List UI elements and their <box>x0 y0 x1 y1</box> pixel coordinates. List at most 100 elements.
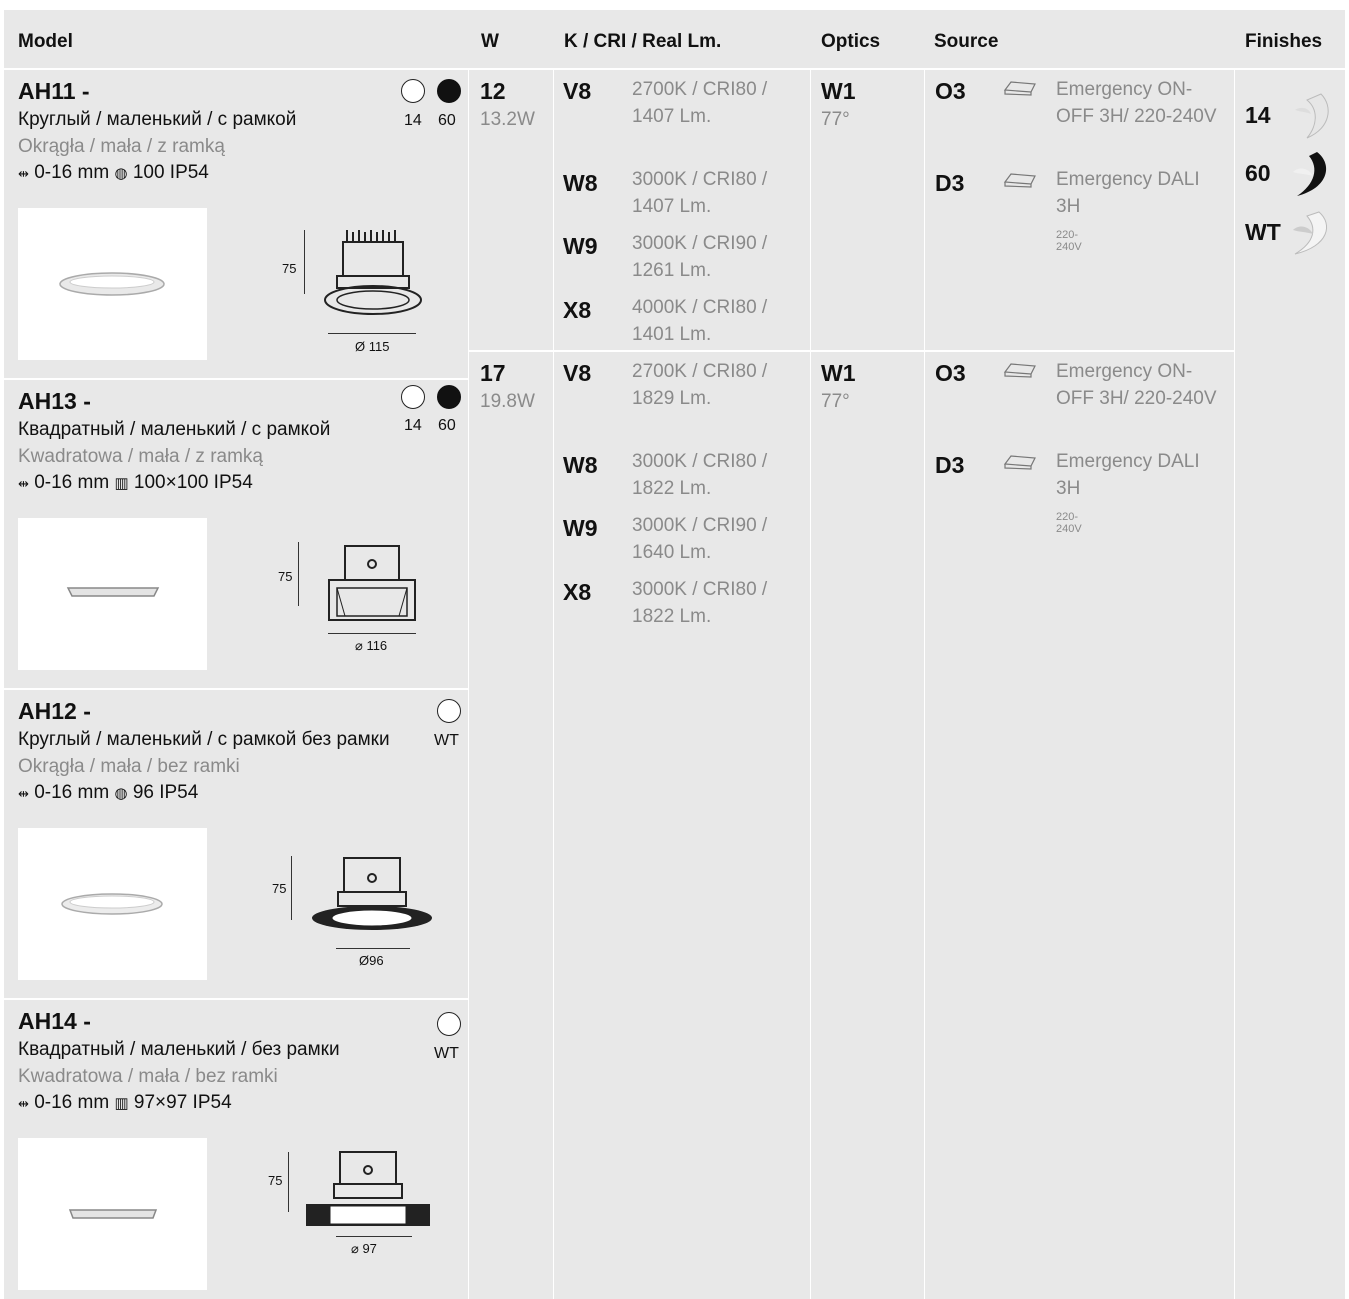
optics-angle: 77° <box>821 109 850 130</box>
variant-text: 4000K / CRI80 / 1401 Lm. <box>632 297 768 345</box>
mount-depth: 0-16 mm <box>34 162 110 183</box>
dimension-height: 75 <box>282 261 297 276</box>
dimension-height: 75 <box>278 569 293 584</box>
source-code: O3 <box>935 360 966 386</box>
square-cutout-icon: ▥ <box>114 475 129 492</box>
model-title: AH14 - <box>18 1008 91 1034</box>
finish-label: 14 <box>1245 102 1271 128</box>
model-name-ru: Круглый / маленький / с рамкой без рамки <box>18 729 390 750</box>
model-spec: ⇹ 0-16 mm ▥ 100×100 IP54 <box>18 472 253 494</box>
column-divider <box>810 70 811 1299</box>
source-note: 220-240V <box>1056 511 1082 535</box>
dimension-line <box>336 1236 412 1237</box>
driver-icon <box>1003 81 1036 96</box>
header-optics: Optics <box>821 31 881 52</box>
dimension-width: Ø 115 <box>355 339 390 354</box>
round-cutout-icon: ◍ <box>114 785 128 802</box>
source-text: Emergency DALI 3H <box>1056 451 1200 499</box>
finish-swatch-icon <box>1295 93 1329 139</box>
model-spec: ⇹ 0-16 mm ◍ 100 IP54 <box>18 162 209 184</box>
optics-code: W1 <box>821 360 856 386</box>
model-ah12: AH12 - Круглый / маленький / с рамкой бе… <box>18 698 463 994</box>
variant-code: W9 <box>563 233 598 259</box>
model-name-pl: Kwadratowa / mała / bez ramki <box>18 1066 278 1087</box>
variant-text: 3000K / CRI80 / 1822 Lm. <box>632 451 768 499</box>
finish-dot-black <box>437 79 461 103</box>
variant-code: W8 <box>563 452 598 478</box>
cutout-spec: 97×97 IP54 <box>133 1092 232 1113</box>
source-text: Emergency DALI 3H <box>1056 169 1200 217</box>
source-code: D3 <box>935 170 965 196</box>
dimension-line <box>304 230 305 294</box>
finish-code: 60 <box>438 417 456 434</box>
round-framed-lamp-drawing <box>324 230 422 315</box>
finish-code: 14 <box>404 112 422 129</box>
finishes-list: 14 60 WT <box>1245 92 1340 262</box>
row-divider <box>4 998 468 1000</box>
source-code: O3 <box>935 78 966 104</box>
product-photo <box>18 518 207 670</box>
model-ah11: AH11 - Круглый / маленький / с рамкой Ok… <box>18 78 463 374</box>
driver-icon <box>1003 455 1036 470</box>
finish-label: WT <box>1245 219 1281 245</box>
finish-label: 60 <box>1245 160 1271 186</box>
mount-depth: 0-16 mm <box>34 472 110 493</box>
driver-icon <box>1003 173 1036 188</box>
mount-depth-icon: ⇹ <box>18 786 29 801</box>
power-real: 19.8W <box>480 391 535 412</box>
header-w: W <box>481 31 499 52</box>
finish-dot-white <box>401 79 425 103</box>
product-photo <box>18 828 207 980</box>
round-frameless-lamp-drawing <box>312 857 432 930</box>
optics-code: W1 <box>821 78 856 104</box>
square-cutout-icon: ▥ <box>114 1095 129 1112</box>
variant-code: V8 <box>563 78 592 104</box>
source-text: Emergency ON-OFF 3H/ 220-240V <box>1056 79 1217 127</box>
model-ah13: AH13 - Квадратный / маленький / с рамкой… <box>18 385 463 684</box>
variant-text: 3000K / CRI90 / 1261 Lm. <box>632 233 768 281</box>
variant-text: 3000K / CRI80 / 1407 Lm. <box>632 169 768 217</box>
cutout-spec: 96 IP54 <box>132 782 199 803</box>
mount-depth-icon: ⇹ <box>18 1096 29 1111</box>
variant-text: 2700K / CRI80 / 1829 Lm. <box>632 361 768 409</box>
model-name-ru: Квадратный / маленький / с рамкой <box>18 419 331 440</box>
dimension-line <box>336 948 410 949</box>
square-frameless-lamp-drawing <box>306 1151 430 1226</box>
dimension-width: ⌀ 116 <box>355 638 388 653</box>
finish-code: 60 <box>438 112 456 129</box>
optics-angle: 77° <box>821 391 850 412</box>
square-lamp-photo-icon <box>68 1209 158 1219</box>
source-note: 220-240V <box>1056 229 1082 253</box>
product-photo <box>18 208 207 360</box>
variant-code: V8 <box>563 360 592 386</box>
finish-dot-white <box>437 1012 461 1036</box>
variant-text: 2700K / CRI80 / 1407 Lm. <box>632 79 768 127</box>
power-value: 17 <box>480 360 506 386</box>
model-title: AH13 - <box>18 388 91 414</box>
model-name-pl: Okrągła / mała / bez ramki <box>18 756 240 777</box>
table-header: Model W K / CRI / Real Lm. Optics Source… <box>4 10 1345 68</box>
dimension-line <box>328 633 416 634</box>
driver-icon <box>1003 363 1036 378</box>
mount-depth: 0-16 mm <box>34 782 110 803</box>
model-name-ru: Квадратный / маленький / без рамки <box>18 1039 340 1060</box>
mount-depth-icon: ⇹ <box>18 166 29 181</box>
dimension-height: 75 <box>272 881 287 896</box>
dimension-line <box>298 542 299 606</box>
column-divider <box>924 70 925 1299</box>
variant-text: 3000K / CRI90 / 1640 Lm. <box>632 515 768 563</box>
cutout-spec: 100 IP54 <box>132 162 209 183</box>
source-text: Emergency ON-OFF 3H/ 220-240V <box>1056 361 1217 409</box>
column-divider <box>553 70 554 1299</box>
model-title: AH11 - <box>18 78 90 104</box>
model-name-pl: Okrągła / mała / z ramką <box>18 136 225 157</box>
header-model: Model <box>18 31 73 52</box>
round-cutout-icon: ◍ <box>114 165 128 182</box>
dimension-width: ⌀ 97 <box>351 1241 377 1256</box>
cutout-spec: 100×100 IP54 <box>133 472 253 493</box>
header-divider <box>4 68 1345 70</box>
finish-code: WT <box>434 1045 459 1062</box>
finish-code: WT <box>434 732 459 749</box>
product-photo <box>18 1138 207 1290</box>
header-kcri: K / CRI / Real Lm. <box>564 31 722 52</box>
